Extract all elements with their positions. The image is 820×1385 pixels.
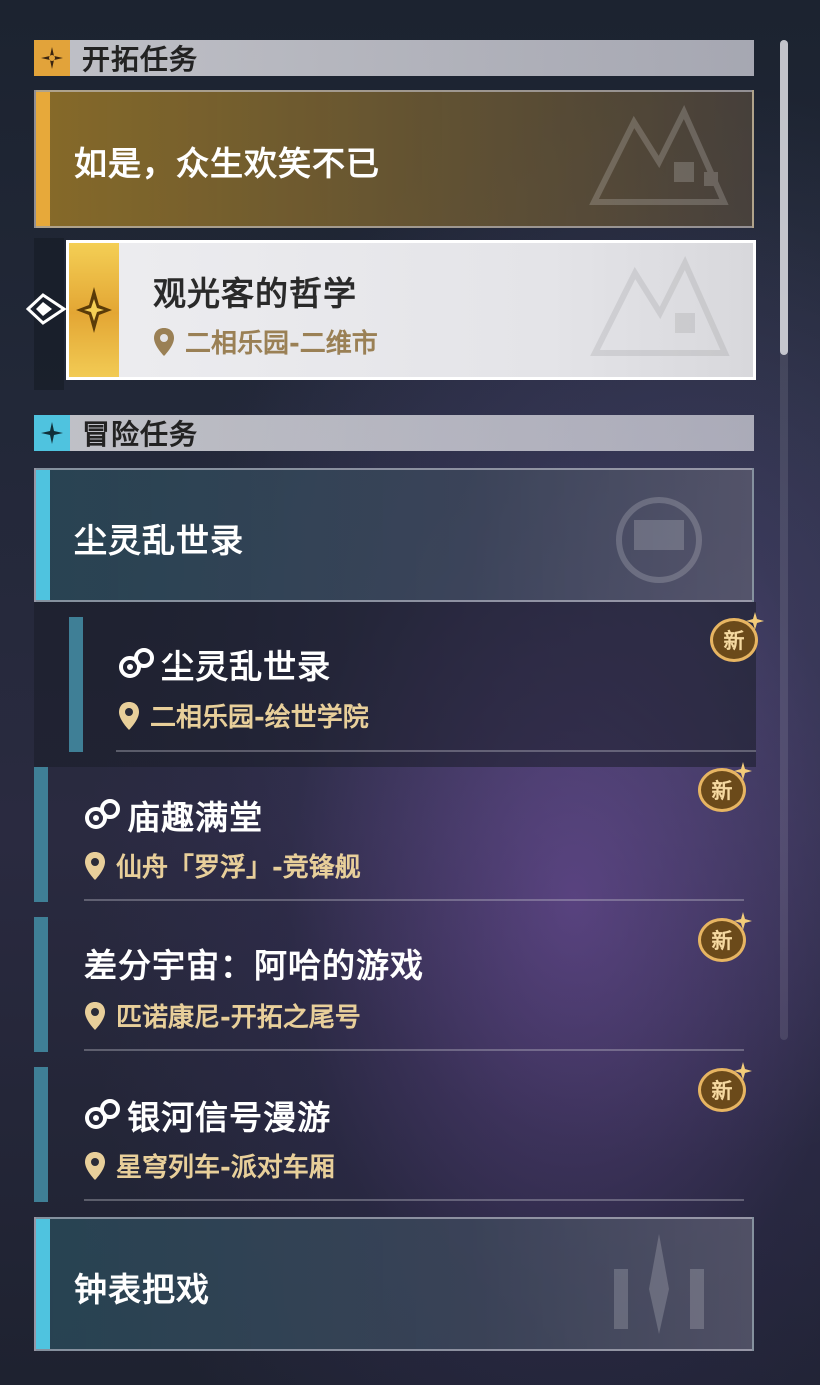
quest-title: 银河信号漫游 bbox=[127, 1098, 332, 1137]
location-text: 二相乐园-绘世学院 bbox=[150, 703, 369, 733]
quest-group-card-trailblaze[interactable]: 如是，众生欢笑不已 bbox=[34, 90, 754, 228]
quest-group-title: 尘灵乱世录 bbox=[74, 521, 244, 560]
new-badge: 新 bbox=[696, 912, 752, 964]
emblem-watermark-icon bbox=[616, 497, 702, 583]
new-badge: 新 bbox=[696, 1062, 752, 1114]
accent-bar bbox=[36, 92, 50, 226]
location-text: 二相乐园-二维市 bbox=[185, 329, 378, 359]
selected-quest-card[interactable]: 观光客的哲学 二相乐园-二维市 bbox=[66, 240, 756, 380]
quest-title: 差分宇宙：阿哈的游戏 bbox=[84, 946, 424, 985]
quest-location: 二相乐园-二维市 bbox=[153, 323, 378, 360]
selection-pointer-icon bbox=[25, 292, 67, 330]
quest-title: 庙趣满堂 bbox=[127, 798, 264, 837]
section-title: 开拓任务 bbox=[82, 43, 199, 76]
quest-location: 匹诺康尼-开拓之尾号 bbox=[84, 997, 361, 1034]
scrollbar-thumb[interactable] bbox=[780, 40, 788, 355]
adventure-quest-icon bbox=[85, 1099, 120, 1129]
quest-type-strip bbox=[69, 243, 119, 377]
quest-title: 尘灵乱世录 bbox=[161, 647, 332, 686]
location-pin-icon bbox=[119, 701, 139, 730]
quest-group-card-adventure[interactable]: 尘灵乱世录 bbox=[34, 468, 754, 602]
location-text: 匹诺康尼-开拓之尾号 bbox=[116, 1003, 361, 1033]
new-badge: 新 bbox=[696, 762, 752, 814]
quest-indent-bar bbox=[34, 917, 48, 1052]
new-badge: 新 bbox=[708, 612, 764, 664]
quest-indent-bar bbox=[69, 617, 83, 752]
section-title: 冒险任务 bbox=[82, 418, 199, 451]
quest-item[interactable]: 银河信号漫游 星穹列车-派对车厢 bbox=[34, 1067, 756, 1202]
quest-indent-bar bbox=[34, 1067, 48, 1202]
section-header-trailblaze: 开拓任务 bbox=[34, 40, 754, 76]
location-pin-icon bbox=[85, 1001, 105, 1030]
divider bbox=[84, 899, 744, 901]
trailblaze-star-icon bbox=[76, 287, 112, 333]
quest-item[interactable]: 尘灵乱世录 二相乐园-绘世学院 bbox=[34, 602, 756, 767]
location-pin-icon bbox=[85, 1151, 105, 1180]
adventure-quest-icon bbox=[85, 799, 120, 829]
sparkle-icon bbox=[734, 912, 752, 930]
quest-item[interactable]: 差分宇宙：阿哈的游戏 匹诺康尼-开拓之尾号 bbox=[34, 917, 756, 1052]
quest-indent-bar bbox=[34, 767, 48, 902]
quest-group-title: 如是，众生欢笑不已 bbox=[74, 144, 380, 183]
quest-location: 仙舟「罗浮」-竞锋舰 bbox=[84, 847, 361, 884]
quest-location: 星穹列车-派对车厢 bbox=[84, 1147, 335, 1184]
quest-title: 观光客的哲学 bbox=[153, 274, 357, 313]
quest-location: 二相乐园-绘世学院 bbox=[118, 697, 369, 734]
location-pin-icon bbox=[85, 851, 105, 880]
location-text: 仙舟「罗浮」-竞锋舰 bbox=[116, 853, 361, 883]
trailblaze-mission-icon bbox=[34, 40, 70, 76]
quest-group-card-adventure[interactable]: 钟表把戏 bbox=[34, 1217, 754, 1351]
adventure-mission-icon bbox=[34, 415, 70, 451]
location-text: 星穹列车-派对车厢 bbox=[116, 1153, 335, 1183]
accent-bar bbox=[36, 1219, 50, 1349]
quest-item[interactable]: 庙趣满堂 仙舟「罗浮」-竞锋舰 bbox=[34, 767, 756, 902]
sparkle-icon bbox=[734, 762, 752, 780]
location-pin-icon bbox=[154, 327, 174, 356]
emblem-watermark-icon bbox=[589, 104, 729, 205]
sparkle-icon bbox=[746, 612, 764, 630]
divider bbox=[116, 750, 756, 752]
emblem-watermark-icon bbox=[590, 255, 730, 356]
divider bbox=[84, 1049, 744, 1051]
emblem-watermark-icon bbox=[614, 1234, 704, 1334]
divider bbox=[84, 1199, 744, 1201]
accent-bar bbox=[36, 470, 50, 600]
quest-group-title: 钟表把戏 bbox=[74, 1270, 210, 1309]
adventure-quest-icon bbox=[119, 648, 154, 678]
section-header-adventure: 冒险任务 bbox=[34, 415, 754, 451]
sparkle-icon bbox=[734, 1062, 752, 1080]
